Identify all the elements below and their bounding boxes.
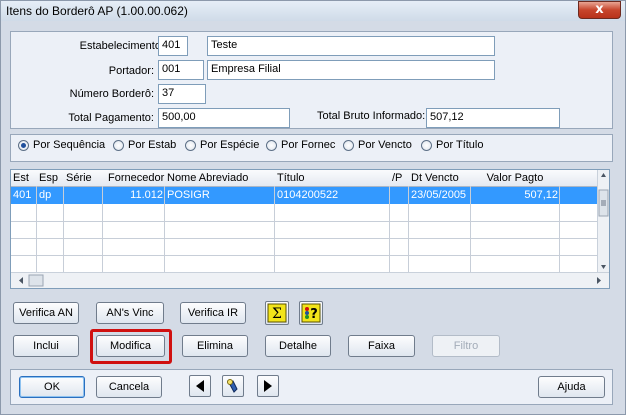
- grid-line: [102, 186, 103, 274]
- vertical-scrollbar-icon: [598, 173, 609, 269]
- grid-line: [470, 186, 471, 274]
- radio-icon: [421, 139, 432, 151]
- svg-text:Σ: Σ: [272, 306, 282, 322]
- ans-vinc-button[interactable]: AN's Vinc: [96, 302, 164, 324]
- grid-line: [274, 186, 275, 274]
- sort-option-label: Por Espécie: [200, 139, 260, 151]
- arrow-left-icon: [196, 380, 204, 392]
- grid-line: [36, 186, 37, 274]
- radio-selected-icon: [18, 139, 29, 151]
- svg-text:?: ?: [310, 307, 318, 322]
- sort-option-especie[interactable]: Por Espécie: [185, 139, 259, 151]
- filtro-button[interactable]: Filtro: [432, 335, 500, 357]
- horizontal-scrollbar[interactable]: [11, 272, 609, 288]
- total-pagamento-field[interactable]: 500,00: [158, 108, 290, 128]
- sort-option-label: Por Sequência: [33, 139, 106, 151]
- cell-serie: [64, 187, 103, 203]
- dialog-window: Itens do Borderô AP (1.00.00.062) x Esta…: [0, 0, 626, 415]
- cell-esp: dp: [39, 189, 52, 201]
- cell-nome-abreviado: POSIGR: [167, 189, 210, 201]
- verifica-an-button[interactable]: Verifica AN: [13, 302, 79, 324]
- portador-name-field[interactable]: Empresa Filial: [207, 60, 495, 80]
- cancela-button[interactable]: Cancela: [96, 376, 162, 398]
- title-bar: Itens do Borderô AP (1.00.00.062) x: [1, 1, 625, 21]
- total-pagamento-label: Total Pagamento:: [68, 112, 154, 124]
- modifica-button[interactable]: Modifica: [96, 335, 165, 357]
- vertical-scrollbar[interactable]: [597, 170, 609, 274]
- col-dt-vencto[interactable]: Dt Vencto: [409, 170, 471, 186]
- sort-option-sequencia[interactable]: Por Sequência: [18, 139, 105, 151]
- cell-valor-pagto: 507,12: [524, 189, 558, 201]
- previous-button[interactable]: [189, 375, 211, 397]
- numero-bordero-field[interactable]: 37: [158, 84, 206, 104]
- detalhe-button[interactable]: Detalhe: [265, 335, 331, 357]
- radio-icon: [185, 139, 196, 151]
- col-titulo[interactable]: Título: [275, 170, 392, 186]
- help-query-button[interactable]: ?: [299, 301, 323, 325]
- sort-option-estab[interactable]: Por Estab: [113, 139, 176, 151]
- ok-button[interactable]: OK: [19, 376, 85, 398]
- cell-est: 401: [13, 189, 32, 201]
- table-row[interactable]: 401 dp 11.012 POSIGR 0104200522 23/05/20…: [11, 187, 599, 204]
- grid-line: [11, 255, 599, 256]
- estabelecimento-label: Estabelecimento:: [79, 40, 164, 52]
- window-title: Itens do Borderô AP (1.00.00.062): [6, 4, 188, 18]
- col-parcela[interactable]: /P: [390, 170, 410, 186]
- total-bruto-label: Total Bruto Informado:: [317, 110, 426, 122]
- portador-code-field[interactable]: 001: [158, 60, 204, 80]
- cell-dt-vencto: 23/05/2005: [411, 189, 467, 201]
- close-button[interactable]: x: [578, 1, 621, 19]
- sort-option-label: Por Estab: [128, 139, 177, 151]
- cell-titulo: 0104200522: [277, 189, 339, 201]
- sort-option-label: Por Título: [436, 139, 484, 151]
- grid-line: [11, 238, 599, 239]
- radio-icon: [113, 139, 124, 151]
- cell-fornecedor: 11.012: [130, 189, 163, 201]
- radio-icon: [266, 139, 277, 151]
- table-header: Est Esp Série Fornecedor Nome Abreviado …: [11, 170, 599, 187]
- grid-line: [559, 186, 560, 274]
- grid-line: [63, 186, 64, 274]
- sort-option-vencto[interactable]: Por Vencto: [343, 139, 412, 151]
- estabelecimento-code-field[interactable]: 401: [158, 36, 188, 56]
- sum-button[interactable]: Σ: [265, 301, 289, 325]
- numero-bordero-label: Número Borderô:: [69, 88, 154, 100]
- sort-option-titulo[interactable]: Por Título: [421, 139, 484, 151]
- next-button[interactable]: [257, 375, 279, 397]
- col-fornecedor[interactable]: Fornecedor: [106, 170, 166, 186]
- total-bruto-field[interactable]: 507,12: [426, 108, 560, 128]
- inclui-button[interactable]: Inclui: [13, 335, 79, 357]
- search-button[interactable]: [222, 375, 244, 397]
- faixa-button[interactable]: Faixa: [348, 335, 415, 357]
- radio-icon: [343, 139, 354, 151]
- sort-option-label: Por Fornec: [281, 139, 336, 151]
- grid-line: [408, 186, 409, 274]
- col-serie[interactable]: Série: [64, 170, 103, 186]
- verifica-ir-button[interactable]: Verifica IR: [180, 302, 246, 324]
- horizontal-scrollbar-icon: [19, 274, 601, 287]
- grid-line: [11, 221, 599, 222]
- estabelecimento-name-field[interactable]: Teste: [207, 36, 495, 56]
- sigma-icon: Σ: [267, 303, 287, 323]
- question-icon: ?: [301, 303, 321, 323]
- elimina-button[interactable]: Elimina: [182, 335, 248, 357]
- grid-line: [164, 186, 165, 274]
- col-valor-pagto[interactable]: Valor Pagto: [471, 170, 559, 186]
- grid-line: [389, 186, 390, 274]
- col-nome-abreviado[interactable]: Nome Abreviado: [165, 170, 275, 186]
- col-est[interactable]: Est: [11, 170, 37, 186]
- sort-option-label: Por Vencto: [358, 139, 412, 151]
- header-panel: Estabelecimento: 401 Teste Portador: 001…: [10, 31, 613, 129]
- sort-option-fornec[interactable]: Por Fornec: [266, 139, 335, 151]
- arrow-right-icon: [264, 380, 272, 392]
- cell-parcela: [390, 187, 410, 203]
- items-table[interactable]: Est Esp Série Fornecedor Nome Abreviado …: [10, 169, 610, 289]
- portador-label: Portador:: [108, 65, 154, 77]
- col-esp[interactable]: Esp: [37, 170, 64, 186]
- ajuda-button[interactable]: Ajuda: [538, 376, 605, 398]
- flashlight-icon: [227, 379, 238, 393]
